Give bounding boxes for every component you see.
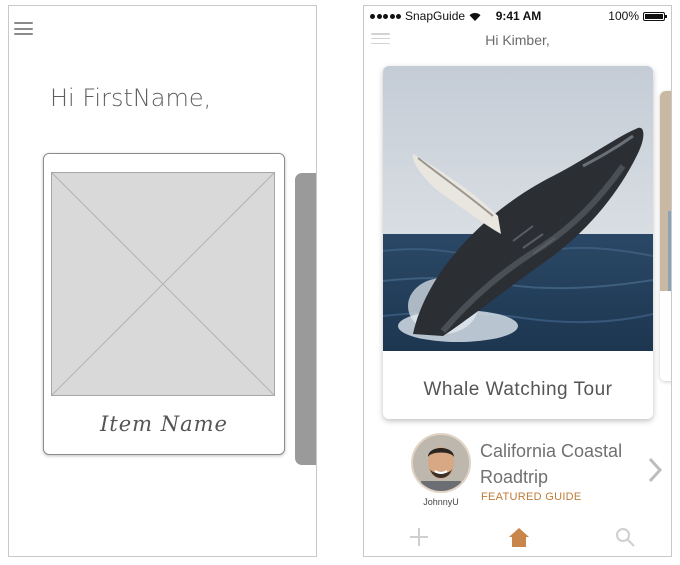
featured-guide-row[interactable]: JohnnyU California Coastal Roadtrip FEAT… bbox=[364, 430, 671, 510]
next-card-peek[interactable] bbox=[660, 91, 671, 381]
hamburger-menu-icon[interactable] bbox=[14, 22, 33, 35]
next-card-peek[interactable] bbox=[295, 173, 316, 465]
wireframe-screen: Hi FirstName, Item Name bbox=[8, 5, 317, 557]
status-bar: SnapGuide 9:41 AM 100% bbox=[364, 6, 671, 26]
plus-icon[interactable] bbox=[406, 524, 432, 550]
battery-icon bbox=[643, 11, 667, 21]
search-icon[interactable] bbox=[612, 524, 638, 550]
item-name-label: Item Name bbox=[100, 412, 228, 436]
chevron-right-icon[interactable] bbox=[647, 456, 663, 490]
tab-bar bbox=[364, 520, 671, 556]
battery-percent: 100% bbox=[608, 9, 639, 23]
item-card[interactable]: Item Name bbox=[43, 153, 285, 455]
greeting-text: Hi Kimber, bbox=[485, 32, 550, 48]
guide-username: JohnnyU bbox=[423, 497, 459, 507]
whale-photo bbox=[383, 66, 653, 351]
guide-title[interactable]: California Coastal Roadtrip bbox=[480, 438, 650, 490]
app-screen: SnapGuide 9:41 AM 100% Hi Kimber, Whale … bbox=[363, 5, 672, 557]
avatar[interactable] bbox=[411, 433, 471, 493]
featured-tour-card[interactable]: Whale Watching Tour bbox=[383, 66, 653, 419]
image-placeholder-icon bbox=[51, 172, 275, 396]
greeting-text: Hi FirstName, bbox=[50, 84, 212, 112]
tour-title: Whale Watching Tour bbox=[423, 379, 613, 400]
featured-badge: FEATURED GUIDE bbox=[481, 491, 582, 503]
home-icon[interactable] bbox=[506, 524, 532, 550]
